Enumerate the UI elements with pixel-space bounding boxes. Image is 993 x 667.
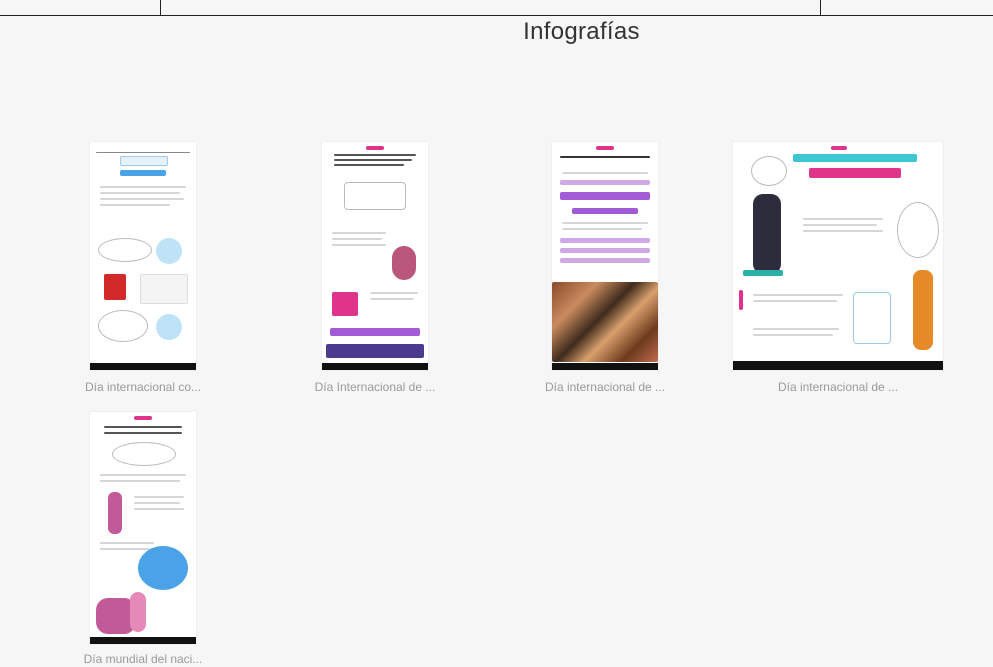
infographic-thumbnail[interactable]	[90, 142, 196, 370]
infographic-thumbnail[interactable]	[733, 142, 943, 370]
infographic-caption[interactable]: Día internacional co...	[60, 380, 226, 394]
infographic-caption[interactable]: Día Internacional de ...	[292, 380, 458, 394]
infographic-caption[interactable]: Día mundial del naci...	[60, 652, 226, 666]
toolbar-divider	[160, 0, 161, 15]
infographic-thumbnail[interactable]	[322, 142, 428, 370]
infographic-caption[interactable]: Día internacional de ...	[522, 380, 688, 394]
infographic-thumbnail[interactable]	[552, 142, 658, 370]
infographic-thumbnail[interactable]	[90, 412, 196, 644]
page-title: Infografías	[523, 18, 640, 45]
top-toolbar	[0, 0, 993, 16]
toolbar-divider	[820, 0, 821, 15]
infographic-caption[interactable]: Día internacional de ...	[755, 380, 921, 394]
